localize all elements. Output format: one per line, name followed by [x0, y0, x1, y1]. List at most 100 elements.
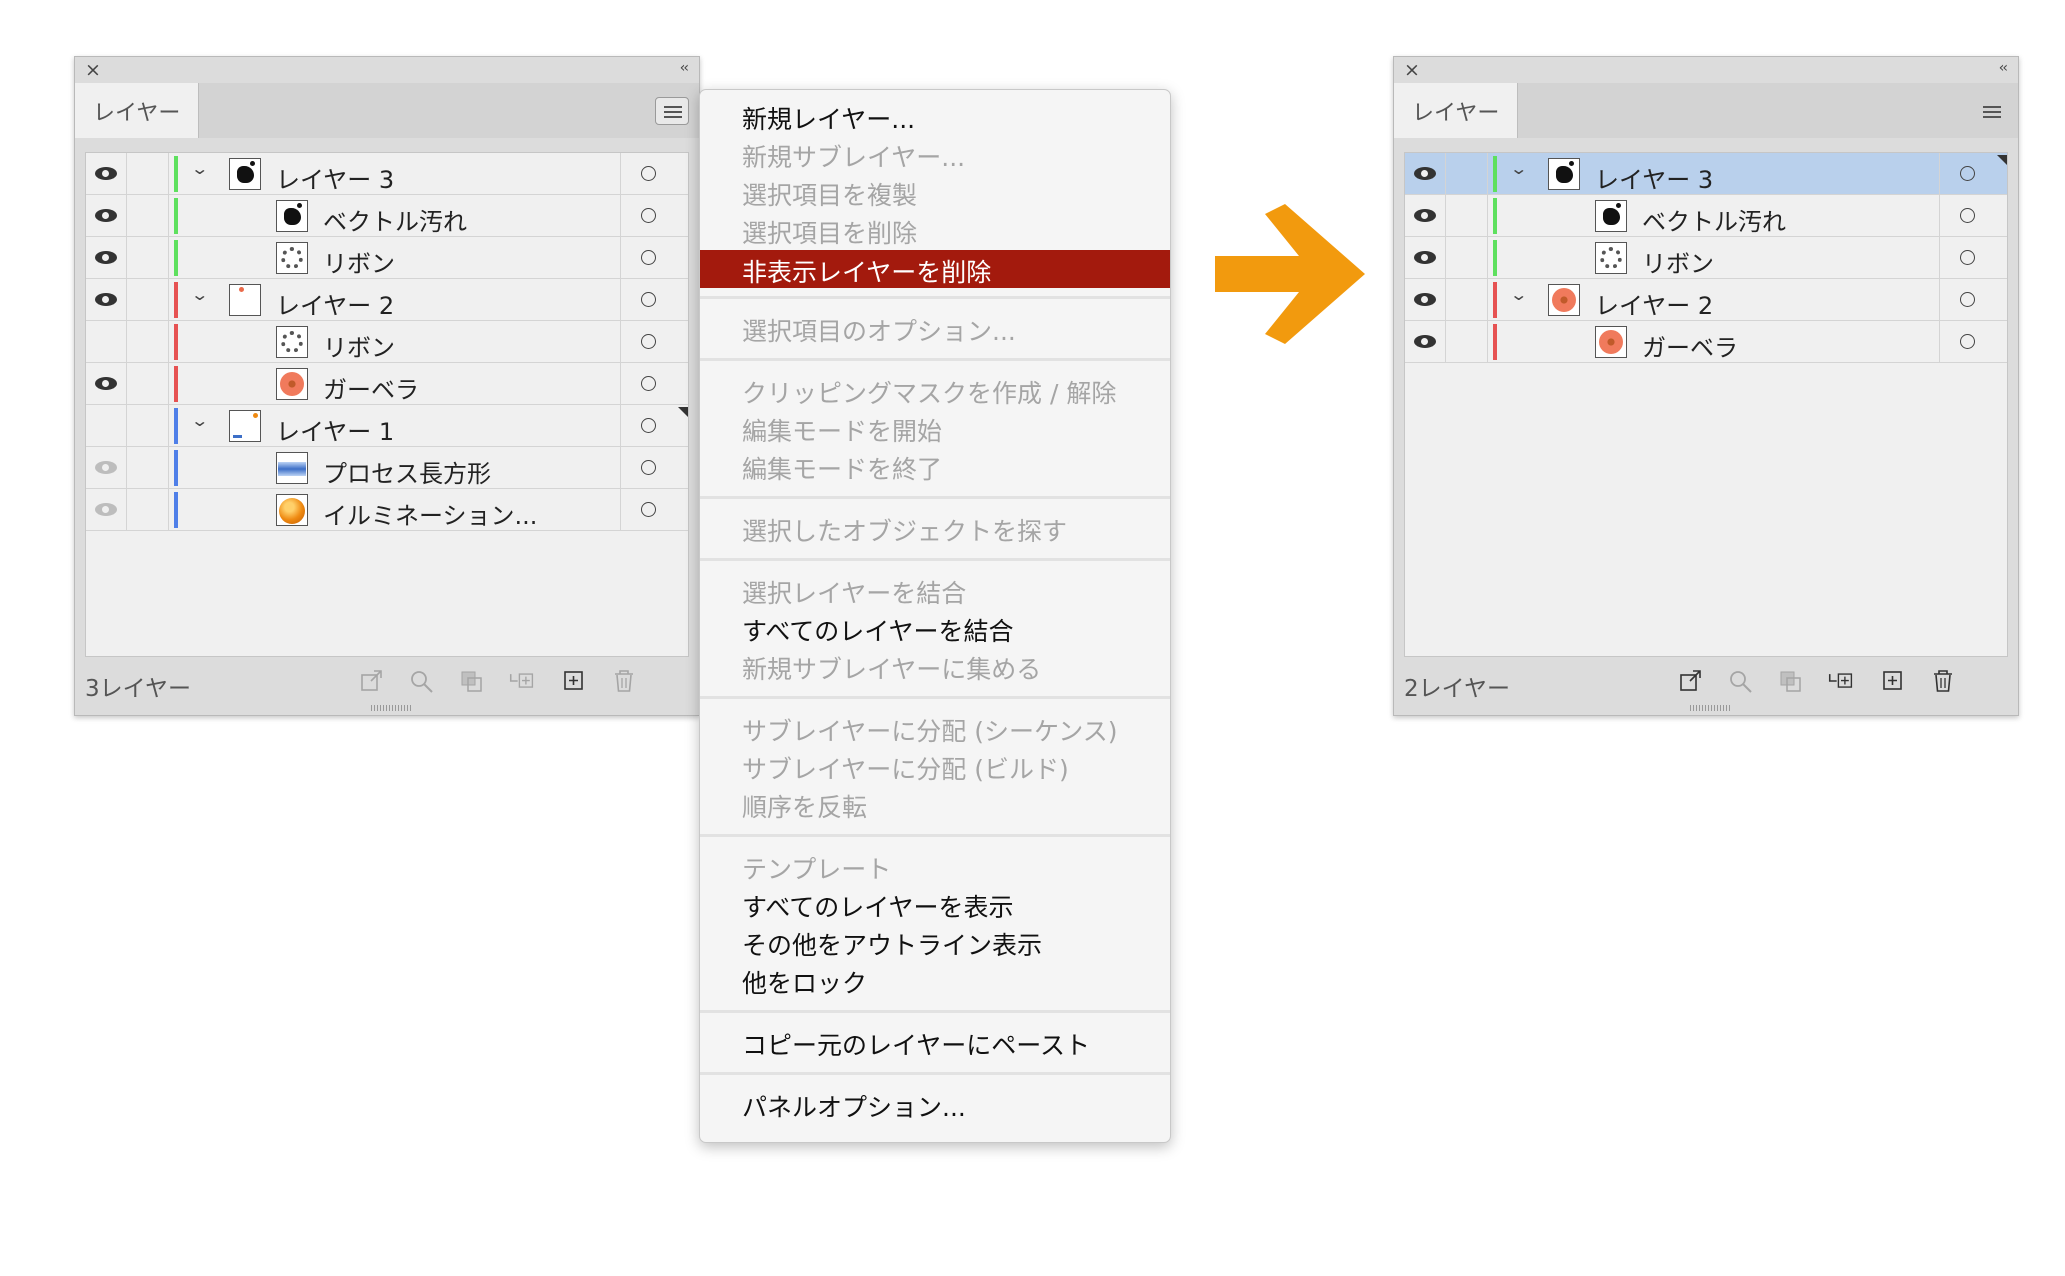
sublayer-row[interactable]: リボン [1405, 237, 2007, 279]
target-circle[interactable] [620, 447, 690, 488]
resize-grip[interactable] [371, 705, 411, 711]
target-circle[interactable] [620, 321, 690, 362]
resize-grip[interactable] [1690, 705, 1730, 711]
sublayer-row[interactable]: ベクトル汚れ [86, 195, 688, 237]
sublayer-row[interactable]: リボン [86, 321, 688, 363]
lock-toggle[interactable] [1446, 321, 1488, 362]
visibility-toggle[interactable] [1405, 195, 1446, 236]
layer-row[interactable]: ⌄ レイヤー 2 [1405, 279, 2007, 321]
target-circle[interactable] [1939, 237, 2009, 278]
layer-name[interactable]: ベクトル汚れ [1642, 202, 1786, 237]
target-circle[interactable] [1939, 195, 2009, 236]
trash-icon[interactable] [611, 669, 637, 693]
clipping-mask-icon[interactable] [459, 669, 485, 693]
layer-row[interactable]: ⌄ レイヤー 2 [86, 279, 688, 321]
lock-toggle[interactable] [127, 405, 169, 446]
collapse-icon[interactable]: ‹‹ [1999, 60, 2008, 76]
panel-menu-button[interactable] [1974, 97, 2008, 125]
lock-toggle[interactable] [127, 195, 169, 236]
layer-name[interactable]: ガーベラ [323, 370, 419, 405]
panel-menu-button[interactable] [655, 97, 689, 125]
lock-toggle[interactable] [127, 321, 169, 362]
visibility-toggle[interactable] [86, 237, 127, 278]
sublayer-row[interactable]: ガーベラ [1405, 321, 2007, 363]
close-icon[interactable]: × [1404, 60, 1420, 80]
lock-toggle[interactable] [1446, 279, 1488, 320]
layer-name[interactable]: リボン [1642, 244, 1714, 279]
layer-name[interactable]: レイヤー 2 [276, 286, 394, 321]
target-circle[interactable] [620, 237, 690, 278]
layer-name[interactable]: ベクトル汚れ [323, 202, 467, 237]
chevron-down-icon[interactable]: ⌄ [190, 159, 209, 178]
new-sublayer-icon[interactable] [1828, 669, 1854, 693]
layer-row[interactable]: ⌄ レイヤー 1 [86, 405, 688, 447]
target-circle[interactable] [620, 279, 690, 320]
target-circle[interactable] [620, 489, 690, 530]
visibility-toggle[interactable] [86, 405, 127, 446]
clipping-mask-icon[interactable] [1778, 669, 1804, 693]
menu-item-paste-remembers-layers[interactable]: コピー元のレイヤーにペースト [742, 1026, 1090, 1062]
search-icon[interactable] [1728, 669, 1754, 693]
menu-item-delete-hidden-layers[interactable]: 非表示レイヤーを削除 [700, 250, 1170, 288]
layer-name[interactable]: リボン [323, 244, 395, 279]
chevron-down-icon[interactable]: ⌄ [190, 285, 209, 304]
lock-toggle[interactable] [127, 279, 169, 320]
new-layer-icon[interactable] [1880, 669, 1906, 693]
sublayer-row[interactable]: プロセス長方形 [86, 447, 688, 489]
target-circle[interactable] [620, 153, 690, 194]
tab-layers[interactable]: レイヤー [1394, 83, 1518, 138]
menu-item-lock-others[interactable]: 他をロック [742, 964, 867, 1000]
lock-toggle[interactable] [127, 363, 169, 404]
visibility-toggle[interactable] [86, 321, 127, 362]
collapse-icon[interactable]: ‹‹ [680, 60, 689, 76]
layer-row[interactable]: ⌄ レイヤー 3 [1405, 153, 2007, 195]
layer-name[interactable]: レイヤー 3 [276, 160, 394, 195]
menu-item-panel-options[interactable]: パネルオプション... [742, 1088, 966, 1124]
layer-name[interactable]: イルミネーション... [323, 496, 537, 531]
visibility-toggle[interactable] [1405, 321, 1446, 362]
target-circle[interactable] [1939, 321, 2009, 362]
layer-name[interactable]: プロセス長方形 [323, 454, 491, 489]
visibility-toggle[interactable] [86, 447, 127, 488]
sublayer-row[interactable]: ベクトル汚れ [1405, 195, 2007, 237]
export-icon[interactable] [359, 669, 385, 693]
layer-name[interactable]: レイヤー 3 [1595, 160, 1713, 195]
visibility-toggle[interactable] [1405, 237, 1446, 278]
menu-item-new-layer[interactable]: 新規レイヤー... [742, 100, 915, 136]
visibility-toggle[interactable] [1405, 153, 1446, 194]
sublayer-row[interactable]: イルミネーション... [86, 489, 688, 531]
menu-item-flatten[interactable]: すべてのレイヤーを結合 [742, 612, 1014, 648]
chevron-down-icon[interactable]: ⌄ [1509, 159, 1528, 178]
lock-toggle[interactable] [127, 237, 169, 278]
layer-name[interactable]: レイヤー 1 [276, 412, 394, 447]
layer-name[interactable]: レイヤー 2 [1595, 286, 1713, 321]
visibility-toggle[interactable] [86, 489, 127, 530]
lock-toggle[interactable] [1446, 237, 1488, 278]
export-icon[interactable] [1678, 669, 1704, 693]
target-circle[interactable] [1939, 153, 2009, 194]
chevron-down-icon[interactable]: ⌄ [1509, 285, 1528, 304]
visibility-toggle[interactable] [1405, 279, 1446, 320]
trash-icon[interactable] [1930, 669, 1956, 693]
layer-name[interactable]: リボン [323, 328, 395, 363]
lock-toggle[interactable] [1446, 153, 1488, 194]
sublayer-row[interactable]: ガーベラ [86, 363, 688, 405]
visibility-toggle[interactable] [86, 153, 127, 194]
search-icon[interactable] [409, 669, 435, 693]
target-circle[interactable] [1939, 279, 2009, 320]
lock-toggle[interactable] [127, 447, 169, 488]
visibility-toggle[interactable] [86, 363, 127, 404]
target-circle[interactable] [620, 363, 690, 404]
layer-name[interactable]: ガーベラ [1642, 328, 1738, 363]
menu-item-outline-others[interactable]: その他をアウトライン表示 [742, 926, 1042, 962]
chevron-down-icon[interactable]: ⌄ [190, 411, 209, 430]
lock-toggle[interactable] [127, 489, 169, 530]
target-circle[interactable] [620, 405, 690, 446]
new-sublayer-icon[interactable] [509, 669, 535, 693]
layer-row[interactable]: ⌄ レイヤー 3 [86, 153, 688, 195]
visibility-toggle[interactable] [86, 195, 127, 236]
lock-toggle[interactable] [1446, 195, 1488, 236]
sublayer-row[interactable]: リボン [86, 237, 688, 279]
close-icon[interactable]: × [85, 60, 101, 80]
new-layer-icon[interactable] [561, 669, 587, 693]
